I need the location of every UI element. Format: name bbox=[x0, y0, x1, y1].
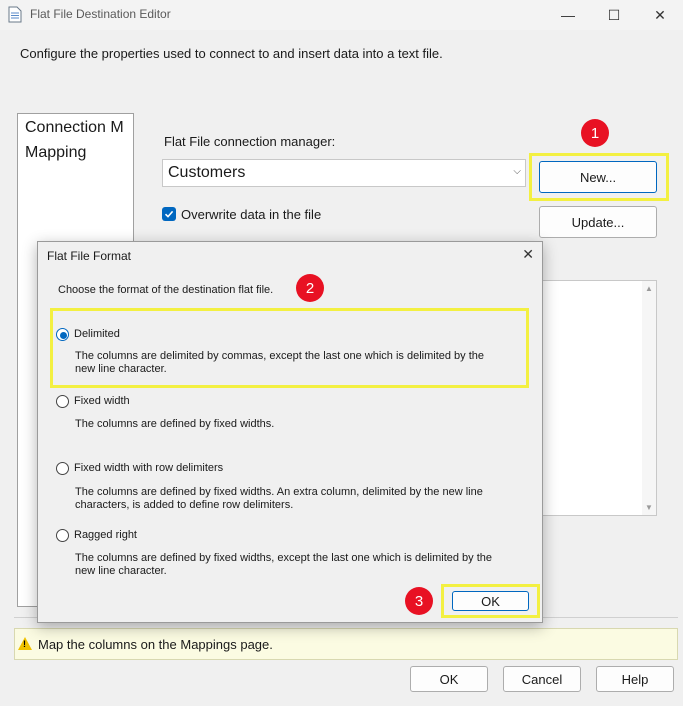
connection-manager-value: Customers bbox=[168, 164, 246, 181]
radio-fixed-width-row-delimiters[interactable] bbox=[56, 462, 69, 475]
overwrite-checkbox[interactable] bbox=[162, 207, 176, 221]
callout-badge-3: 3 bbox=[405, 587, 433, 615]
maximize-icon: ☐ bbox=[607, 6, 621, 23]
dialog-ok-button[interactable]: OK bbox=[452, 591, 529, 611]
connection-manager-combo[interactable]: Customers ⌵ bbox=[162, 159, 526, 187]
close-icon: ✕ bbox=[654, 6, 666, 23]
preview-list[interactable]: ▲ ▼ bbox=[540, 280, 657, 516]
option-description-fixed-width-row-delimiters: The columns are defined by fixed widths.… bbox=[75, 486, 483, 511]
dialog-title: Flat File Format bbox=[47, 249, 132, 263]
minimize-button[interactable]: — bbox=[545, 0, 591, 30]
minimize-icon: — bbox=[561, 7, 575, 23]
callout-badge-2: 2 bbox=[296, 274, 324, 302]
ok-button[interactable]: OK bbox=[410, 666, 488, 692]
editor-description: Configure the properties used to connect… bbox=[20, 46, 443, 61]
option-label-delimited[interactable]: Delimited bbox=[74, 328, 120, 340]
scroll-up-arrow-icon[interactable]: ▲ bbox=[645, 284, 653, 293]
help-button[interactable]: Help bbox=[596, 666, 674, 692]
window-title: Flat File Destination Editor bbox=[30, 7, 171, 21]
update-button[interactable]: Update... bbox=[539, 206, 657, 238]
page-item-connection-manager[interactable]: Connection M bbox=[25, 119, 124, 137]
cancel-button[interactable]: Cancel bbox=[503, 666, 581, 692]
option-label-ragged-right[interactable]: Ragged right bbox=[74, 529, 137, 541]
option-label-fixed-width[interactable]: Fixed width bbox=[74, 395, 130, 407]
delimited-option-highlight bbox=[50, 308, 529, 388]
page-item-mapping[interactable]: Mapping bbox=[25, 144, 86, 162]
radio-ragged-right[interactable] bbox=[56, 529, 69, 542]
status-message: Map the columns on the Mappings page. bbox=[38, 637, 273, 652]
status-bar: ! Map the columns on the Mappings page. bbox=[14, 628, 678, 660]
option-label-fixed-width-row-delimiters[interactable]: Fixed width with row delimiters bbox=[74, 462, 223, 474]
radio-delimited[interactable] bbox=[56, 328, 69, 341]
radio-fixed-width[interactable] bbox=[56, 395, 69, 408]
connection-manager-label: Flat File connection manager: bbox=[164, 134, 336, 149]
document-icon bbox=[8, 6, 22, 23]
overwrite-label: Overwrite data in the file bbox=[181, 207, 322, 222]
checkmark-icon bbox=[164, 210, 174, 218]
vertical-scrollbar[interactable]: ▲ ▼ bbox=[642, 281, 656, 515]
option-description-ragged-right: The columns are defined by fixed widths,… bbox=[75, 552, 493, 577]
flat-file-format-dialog: Flat File Format ✕ Choose the format of … bbox=[37, 241, 543, 623]
warning-mark: ! bbox=[23, 639, 26, 649]
dialog-instructions: Choose the format of the destination fla… bbox=[58, 284, 274, 296]
scroll-down-arrow-icon[interactable]: ▼ bbox=[645, 503, 653, 512]
close-button[interactable]: ✕ bbox=[637, 0, 683, 30]
chevron-down-icon: ⌵ bbox=[513, 166, 521, 177]
callout-badge-1: 1 bbox=[581, 119, 609, 147]
new-connection-button[interactable]: New... bbox=[539, 161, 657, 193]
option-description-delimited: The columns are delimited by commas, exc… bbox=[75, 350, 485, 375]
maximize-button[interactable]: ☐ bbox=[591, 0, 637, 30]
dialog-close-icon[interactable]: ✕ bbox=[522, 246, 534, 263]
option-description-fixed-width: The columns are defined by fixed widths. bbox=[75, 418, 275, 430]
title-bar: Flat File Destination Editor — ☐ ✕ bbox=[0, 0, 683, 30]
